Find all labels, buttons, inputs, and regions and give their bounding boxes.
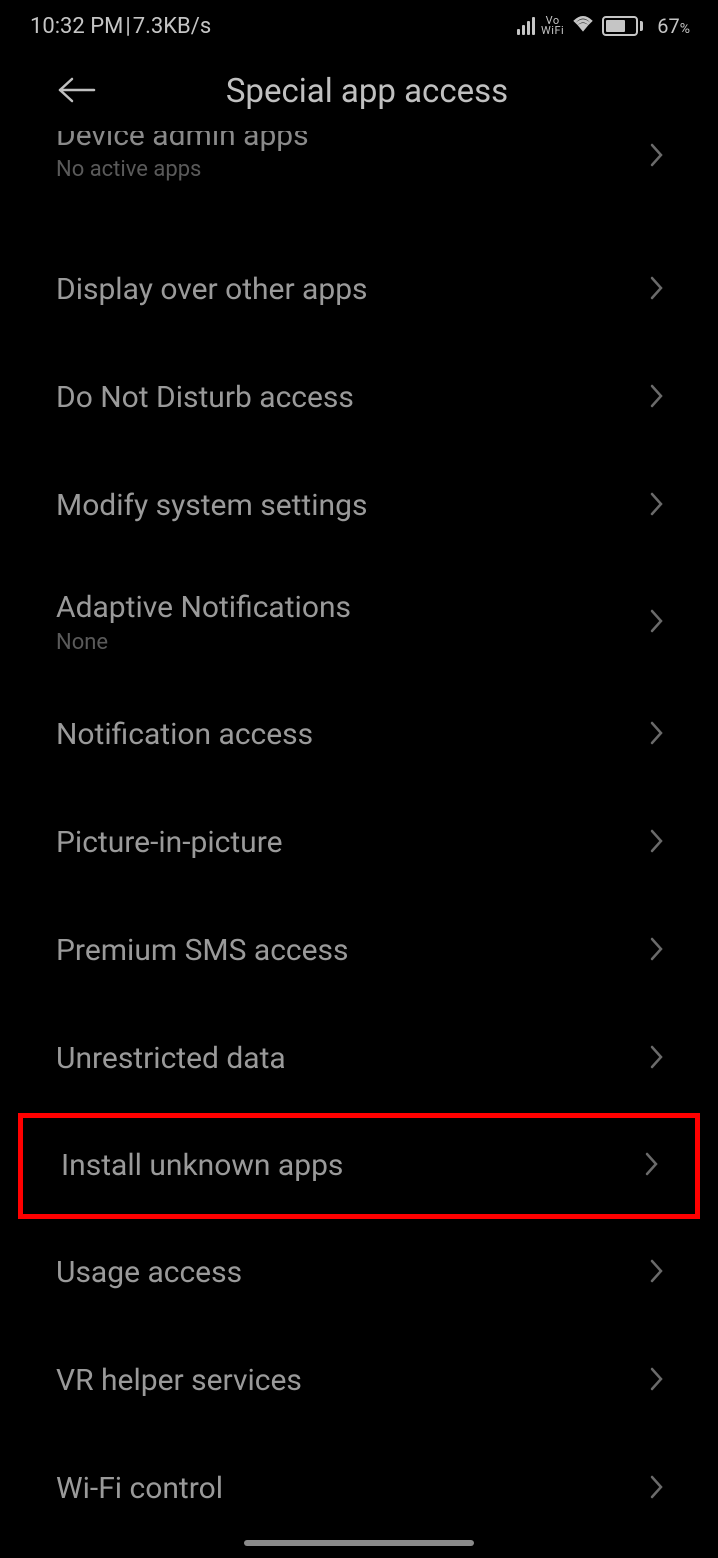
settings-list: Display over other apps Do Not Disturb ac…	[0, 236, 718, 1543]
chevron-right-icon	[650, 936, 664, 966]
page-title: Special app access	[66, 72, 668, 111]
item-title: VR helper services	[56, 1363, 630, 1399]
item-title: Notification access	[56, 717, 630, 753]
item-title: Premium SMS access	[56, 933, 630, 969]
chevron-right-icon	[645, 1151, 659, 1181]
highlight-box: Install unknown apps	[18, 1113, 700, 1219]
chevron-right-icon	[650, 491, 664, 521]
wifi-icon	[570, 12, 596, 40]
chevron-right-icon	[650, 275, 664, 305]
status-netspeed: 7.3KB/s	[133, 14, 211, 39]
list-item-device-admin[interactable]: Device admin apps No active apps	[0, 131, 718, 182]
list-item-picture-in-picture[interactable]: Picture-in-picture	[0, 789, 718, 897]
item-title: Install unknown apps	[61, 1148, 625, 1184]
list-item-do-not-disturb-access[interactable]: Do Not Disturb access	[0, 344, 718, 452]
status-separator: |	[125, 14, 130, 39]
list-item-modify-system-settings[interactable]: Modify system settings	[0, 452, 718, 560]
chevron-right-icon	[650, 1258, 664, 1288]
list-item-unrestricted-data[interactable]: Unrestricted data	[0, 1005, 718, 1113]
item-title: Device admin apps	[56, 131, 630, 151]
item-title: Picture-in-picture	[56, 825, 630, 861]
chevron-right-icon	[650, 1044, 664, 1074]
list-item-adaptive-notifications[interactable]: Adaptive Notifications None	[0, 560, 718, 681]
item-title: Wi-Fi control	[56, 1471, 630, 1507]
item-subtitle: None	[56, 630, 630, 655]
chevron-right-icon	[650, 383, 664, 413]
item-title: Display over other apps	[56, 272, 630, 308]
item-title: Usage access	[56, 1255, 630, 1291]
chevron-right-icon	[650, 1366, 664, 1396]
status-left: 10:32 PM | 7.3KB/s	[30, 14, 211, 39]
status-right: Vo WiFi 67%	[517, 12, 690, 40]
battery-percent: 67%	[657, 14, 690, 38]
item-subtitle: No active apps	[56, 157, 630, 182]
chevron-right-icon	[650, 608, 664, 638]
list-item-display-over-other-apps[interactable]: Display over other apps	[0, 236, 718, 344]
item-title: Adaptive Notifications	[56, 590, 630, 626]
status-time: 10:32 PM	[30, 14, 123, 39]
chevron-right-icon	[650, 720, 664, 750]
status-bar: 10:32 PM | 7.3KB/s Vo WiFi	[0, 0, 718, 48]
list-item-wi-fi-control[interactable]: Wi-Fi control	[0, 1435, 718, 1543]
item-title: Do Not Disturb access	[56, 380, 630, 416]
list-item-usage-access[interactable]: Usage access	[0, 1219, 718, 1327]
chevron-right-icon	[650, 828, 664, 858]
chevron-right-icon	[650, 142, 664, 172]
navigation-handle[interactable]	[244, 1540, 474, 1546]
signal-icon	[517, 17, 535, 35]
battery-icon	[602, 16, 643, 36]
app-header: Special app access	[0, 48, 718, 131]
vowifi-icon: Vo WiFi	[541, 16, 564, 36]
item-title: Unrestricted data	[56, 1041, 630, 1077]
status-icons: Vo WiFi	[517, 12, 643, 40]
list-item-notification-access[interactable]: Notification access	[0, 681, 718, 789]
list-item-vr-helper-services[interactable]: VR helper services	[0, 1327, 718, 1435]
list-item-premium-sms-access[interactable]: Premium SMS access	[0, 897, 718, 1005]
chevron-right-icon	[650, 1474, 664, 1504]
list-item-install-unknown-apps[interactable]: Install unknown apps	[23, 1118, 695, 1214]
item-title: Modify system settings	[56, 488, 630, 524]
